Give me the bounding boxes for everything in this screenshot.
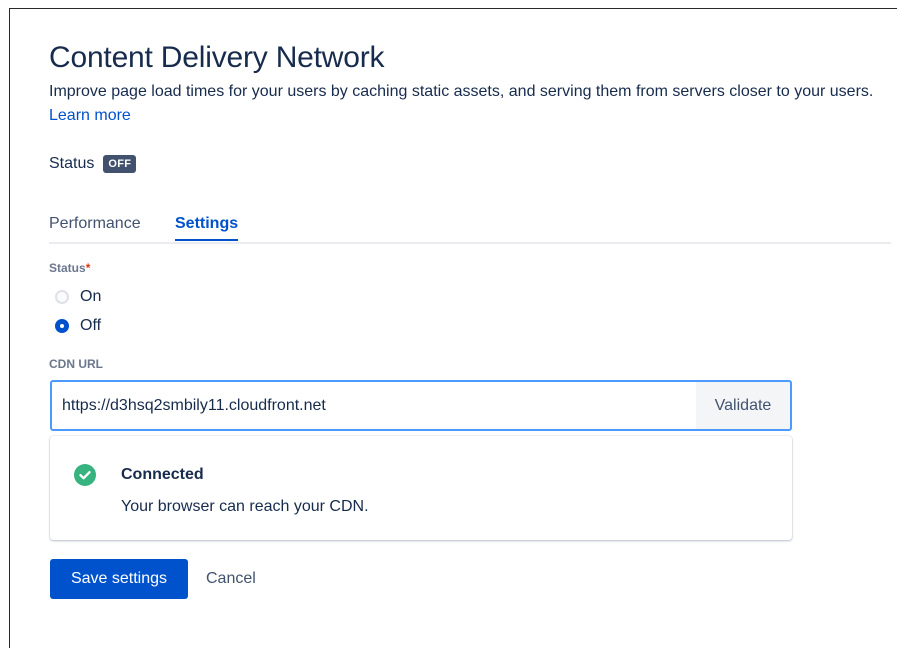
- learn-more-link[interactable]: Learn more: [49, 107, 131, 124]
- tab-settings[interactable]: Settings: [175, 212, 239, 241]
- page-title: Content Delivery Network: [49, 41, 385, 74]
- cdn-url-label: CDN URL: [49, 357, 103, 371]
- radio-off-label: Off: [80, 317, 102, 334]
- validate-button[interactable]: Validate: [696, 382, 790, 429]
- tab-performance[interactable]: Performance: [49, 212, 141, 236]
- cdn-url-field: Validate: [50, 380, 792, 431]
- status-summary-label: Status: [49, 155, 95, 172]
- cdn-url-input[interactable]: [52, 382, 696, 429]
- tab-bar: Performance Settings: [49, 212, 891, 244]
- radio-off[interactable]: [55, 319, 69, 333]
- check-icon: [79, 471, 91, 480]
- status-field-label: Status*: [49, 261, 90, 275]
- radio-on-label: On: [80, 288, 102, 305]
- status-summary: Status OFF: [49, 155, 137, 173]
- required-marker: *: [85, 261, 91, 275]
- status-badge: OFF: [103, 155, 137, 173]
- status-field-label-text: Status: [49, 261, 86, 275]
- check-circle-icon: [74, 464, 96, 486]
- result-title: Connected: [121, 466, 204, 483]
- connection-result: Connected Your browser can reach your CD…: [50, 436, 792, 540]
- result-message: Your browser can reach your CDN.: [121, 498, 369, 515]
- description-text: Improve page load times for your users b…: [49, 83, 874, 100]
- cancel-button[interactable]: Cancel: [198, 559, 264, 599]
- radio-option-off[interactable]: Off: [55, 317, 101, 335]
- save-settings-button[interactable]: Save settings: [50, 559, 188, 599]
- radio-option-on[interactable]: On: [55, 288, 101, 306]
- radio-on[interactable]: [55, 290, 69, 304]
- page-description: Improve page load times for your users b…: [49, 80, 894, 128]
